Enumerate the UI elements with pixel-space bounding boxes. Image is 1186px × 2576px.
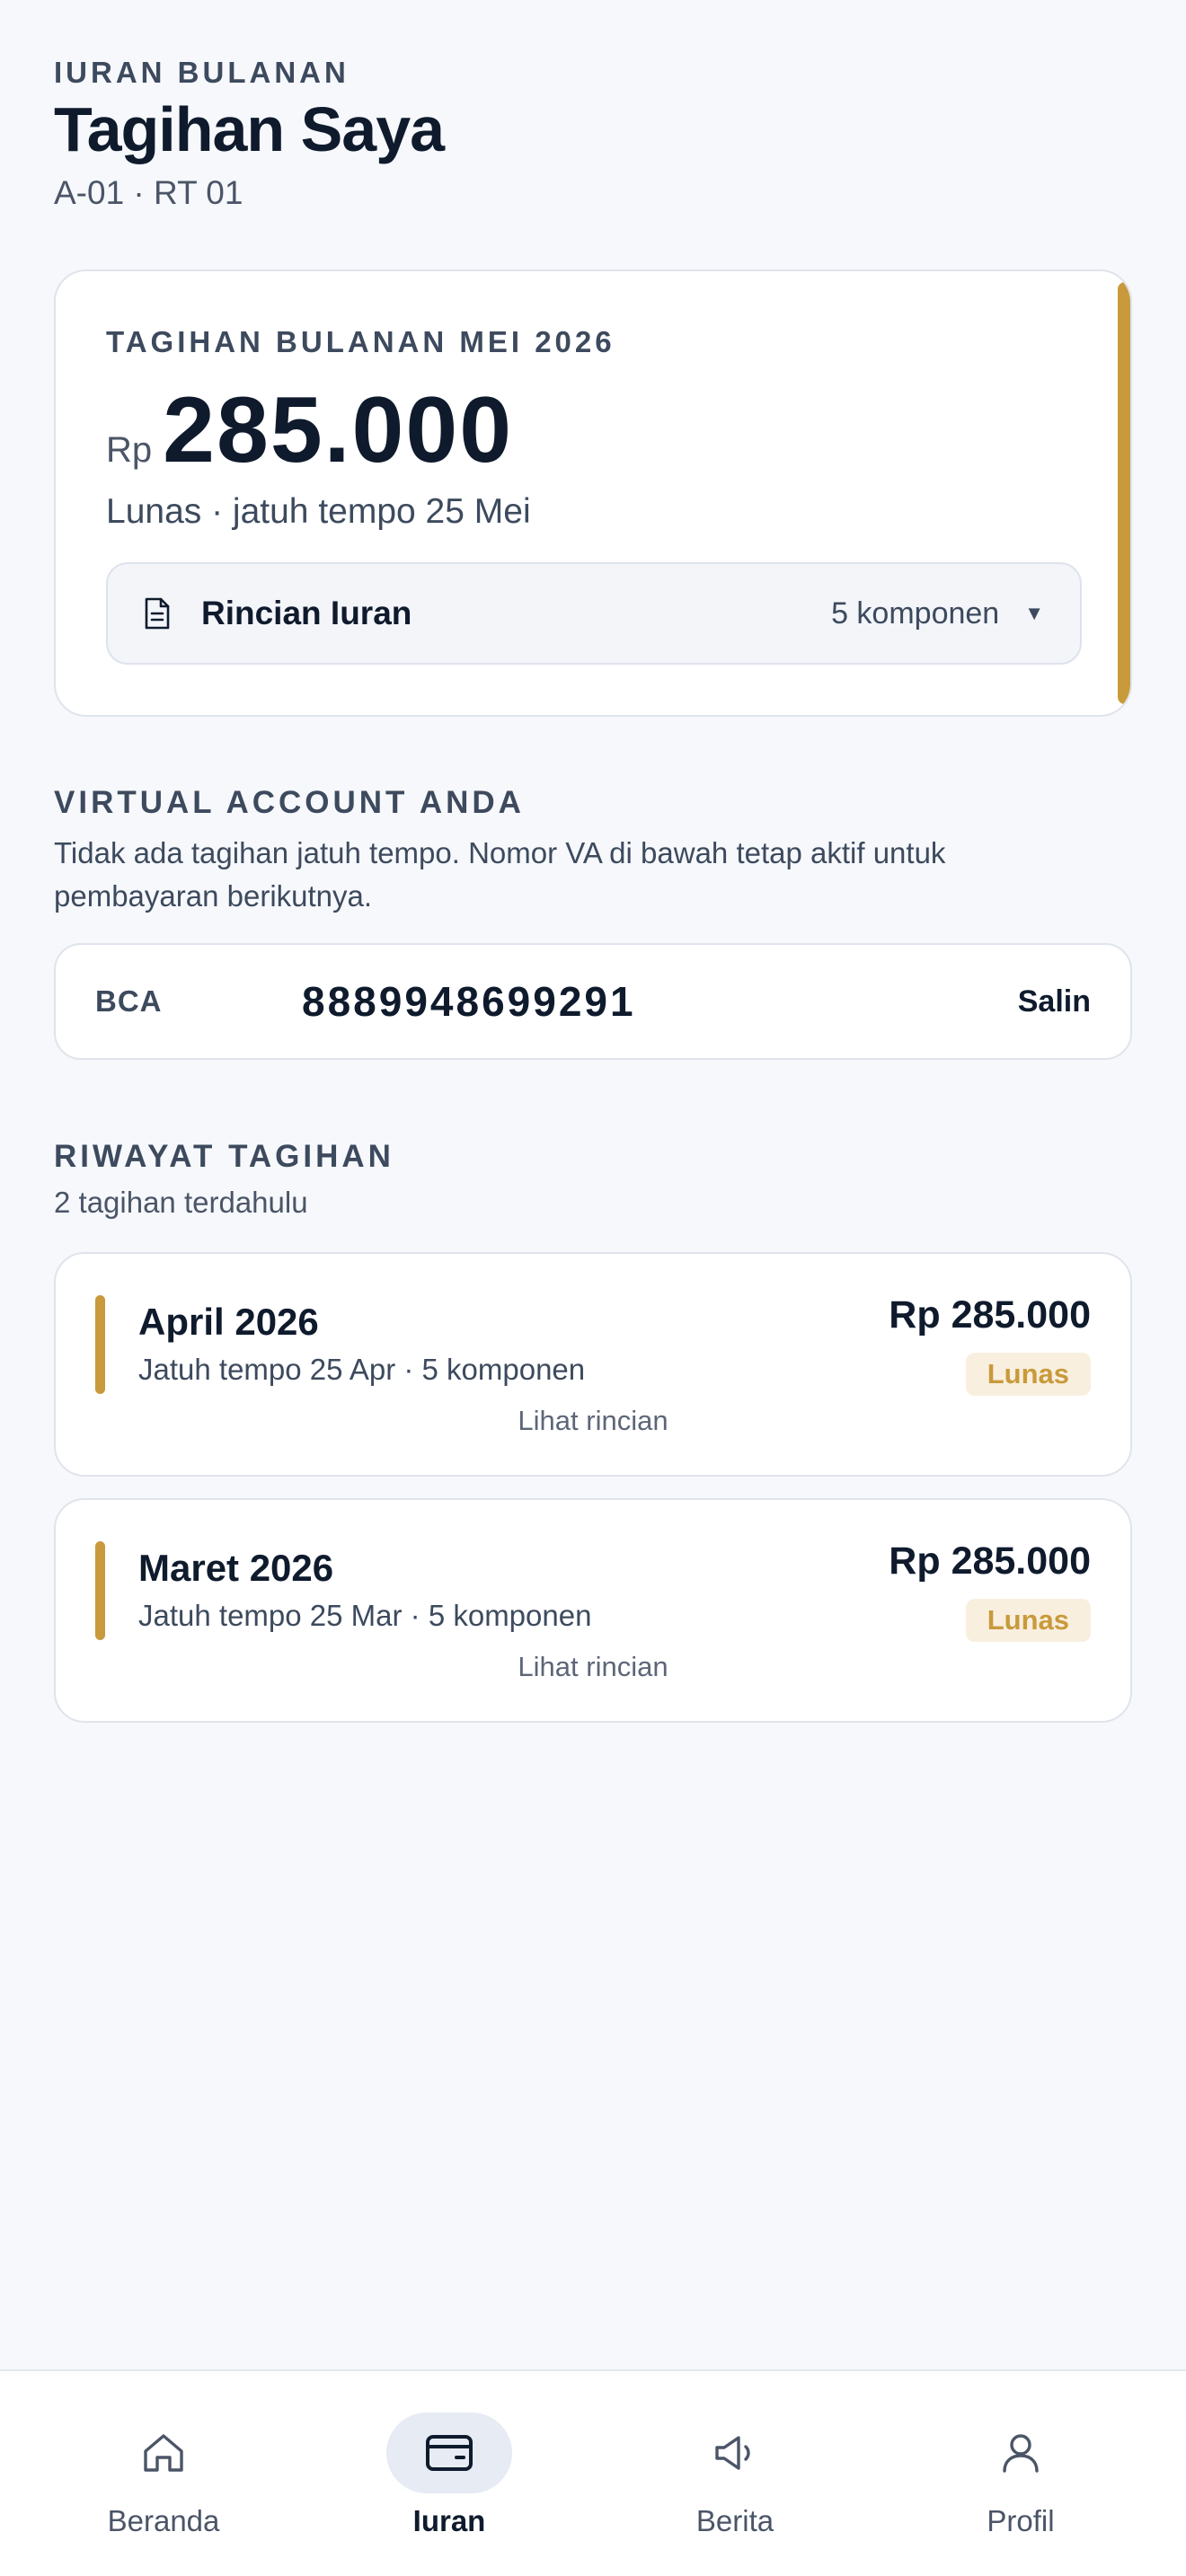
history-section-label: RIWAYAT TAGIHAN xyxy=(54,1139,394,1174)
nav-icon-container xyxy=(958,2413,1084,2493)
history-month: April 2026 xyxy=(138,1301,319,1343)
va-card: BCA 8889948699291 Salin xyxy=(54,943,1132,1060)
history-accent-bar xyxy=(95,1541,105,1640)
wallet-icon xyxy=(426,2435,473,2471)
va-bank: BCA xyxy=(95,984,163,1018)
history-amount: Rp 285.000 xyxy=(889,1293,1091,1337)
bill-detail-title: Rincian Iuran xyxy=(201,595,412,631)
nav-label: Profil xyxy=(987,2504,1055,2537)
megaphone-icon xyxy=(715,2436,750,2470)
nav-item-iuran[interactable]: Iuran xyxy=(359,2413,539,2538)
bill-amount: 285.000 xyxy=(163,378,514,482)
copy-va-button[interactable]: Salin xyxy=(1018,984,1091,1019)
nav-item-beranda[interactable]: Beranda xyxy=(74,2413,253,2538)
home-icon xyxy=(144,2434,183,2472)
nav-label: Berita xyxy=(695,2504,774,2537)
nav-icon-container xyxy=(386,2413,512,2493)
history-accent-bar xyxy=(95,1295,105,1394)
nav-item-profil[interactable]: Profil xyxy=(931,2413,1111,2538)
bills-screen: IURAN BULANAN Tagihan Saya A-01 · RT 01 … xyxy=(0,0,1186,2576)
bill-detail-toggle[interactable]: Rincian Iuran 5 komponen ▼ xyxy=(106,562,1082,665)
bill-detail-count: 5 komponen xyxy=(831,595,1000,631)
va-note: Tidak ada tagihan jatuh tempo. Nomor VA … xyxy=(54,836,946,913)
status-badge: Lunas xyxy=(965,1599,1091,1642)
chevron-down-icon: ▼ xyxy=(1024,602,1044,624)
nav-icon-container xyxy=(672,2413,798,2493)
page-title: Tagihan Saya xyxy=(54,94,445,164)
nav-item-berita[interactable]: Berita xyxy=(645,2413,825,2538)
view-detail-link[interactable]: Lihat rincian xyxy=(56,1651,1130,1683)
nav-icon-container xyxy=(101,2413,226,2493)
current-bill-card: TAGIHAN BULANAN MEI 2026 Rp 285.000 Luna… xyxy=(54,269,1132,717)
nav-label: Beranda xyxy=(107,2504,220,2537)
status-badge: Lunas xyxy=(965,1353,1091,1396)
history-month: Maret 2026 xyxy=(138,1547,334,1589)
history-item[interactable]: Maret 2026 Jatuh tempo 25 Mar · 5 kompon… xyxy=(54,1498,1132,1723)
bill-amount-row: Rp 285.000 xyxy=(106,377,513,484)
page-eyebrow: IURAN BULANAN xyxy=(54,56,350,89)
history-count: 2 tagihan terdahulu xyxy=(54,1186,308,1219)
history-meta: Jatuh tempo 25 Apr · 5 komponen xyxy=(138,1353,586,1386)
view-detail-link[interactable]: Lihat rincian xyxy=(56,1405,1130,1437)
va-number: 8889948699291 xyxy=(302,978,636,1025)
bill-currency: Rp xyxy=(106,430,153,470)
history-item[interactable]: April 2026 Jatuh tempo 25 Apr · 5 kompon… xyxy=(54,1252,1132,1477)
va-section-label: VIRTUAL ACCOUNT ANDA xyxy=(54,785,525,820)
unit-label: A-01 · RT 01 xyxy=(54,174,243,211)
history-amount: Rp 285.000 xyxy=(889,1539,1091,1583)
document-icon xyxy=(145,597,170,630)
bill-period-label: TAGIHAN BULANAN MEI 2026 xyxy=(106,325,615,358)
user-icon xyxy=(1003,2434,1039,2473)
history-meta: Jatuh tempo 25 Mar · 5 komponen xyxy=(138,1599,592,1632)
page-header: IURAN BULANAN Tagihan Saya A-01 · RT 01 xyxy=(54,56,445,212)
bill-status: Lunas · jatuh tempo 25 Mei xyxy=(106,492,531,531)
nav-label: Iuran xyxy=(412,2504,486,2537)
bill-accent-bar xyxy=(1118,282,1130,704)
bottom-nav: Beranda Iuran Berita Profil xyxy=(0,2369,1186,2576)
